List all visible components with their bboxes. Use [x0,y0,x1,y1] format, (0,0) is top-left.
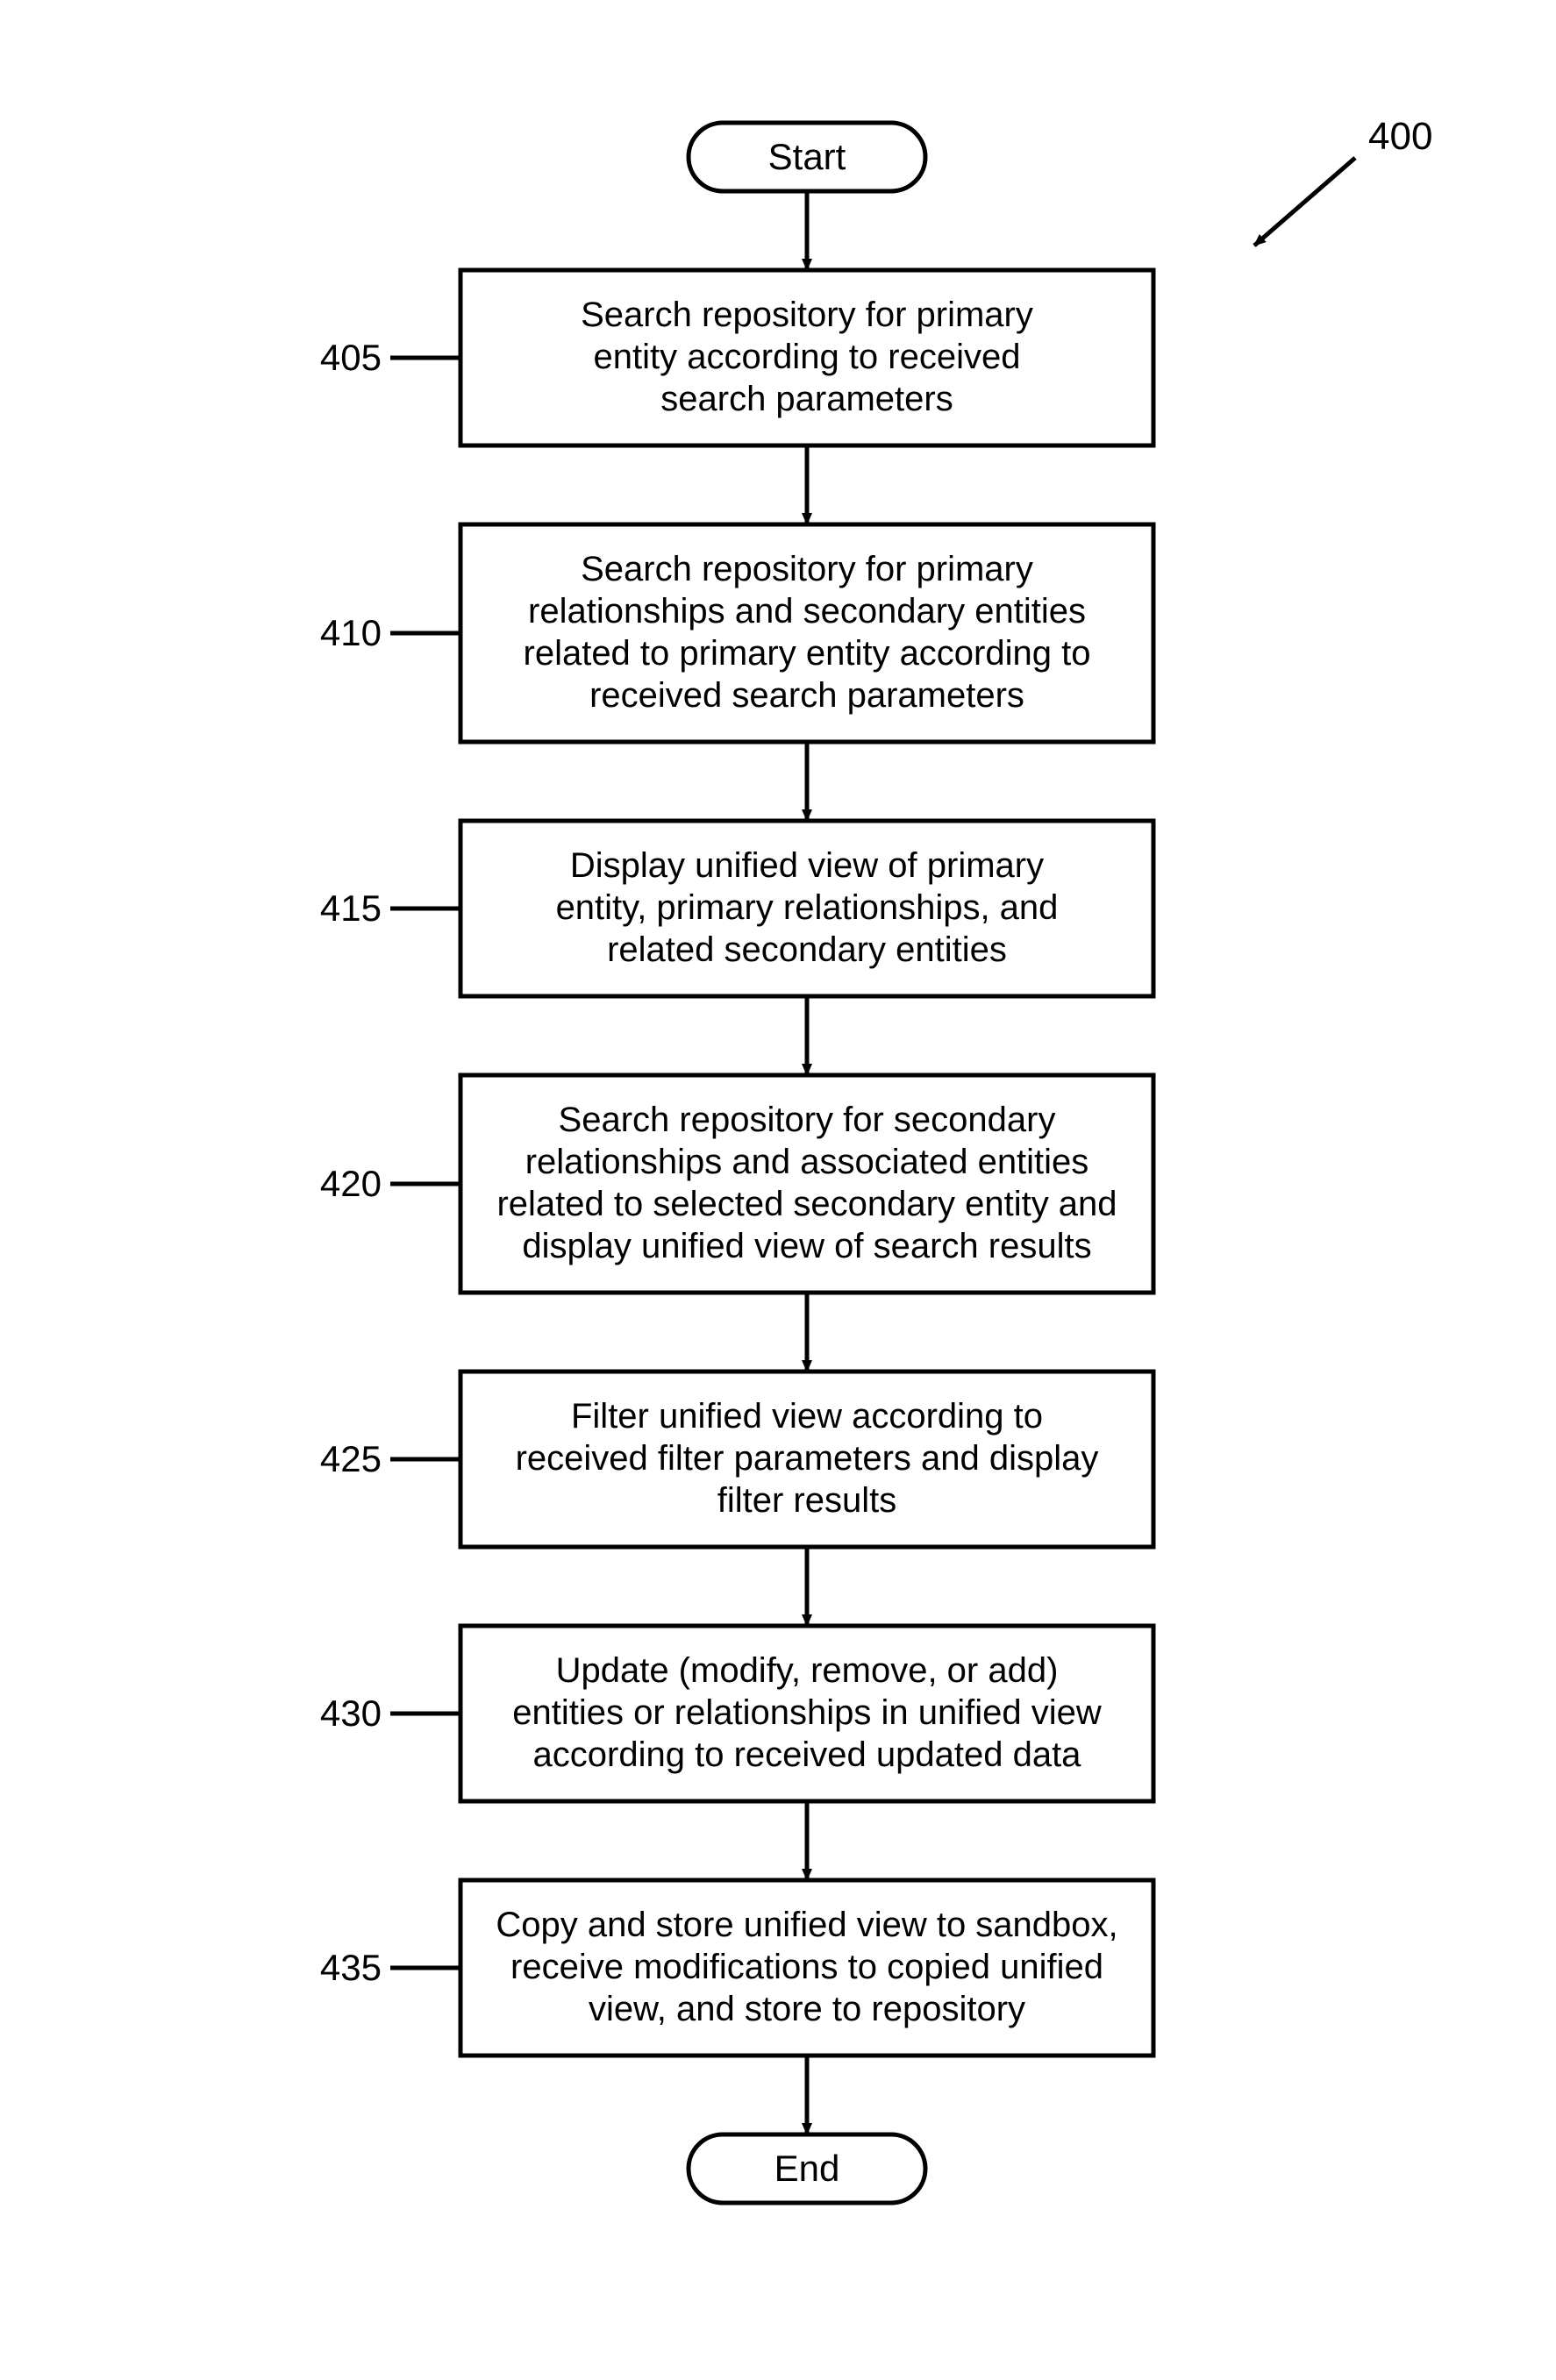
figure-ref-number: 400 [1368,115,1432,158]
process-text-435-line0: Copy and store unified view to sandbox, [496,1906,1117,1944]
process-text-405-line1: entity according to received [594,338,1021,376]
process-text-415-line1: entity, primary relationships, and [556,888,1059,927]
process-text-420-line0: Search repository for secondary [559,1101,1056,1139]
step-number-405: 405 [320,337,382,378]
end-label: End [774,2148,840,2189]
process-text-420-line3: display unified view of search results [522,1227,1091,1265]
flowchart-diagram: 400 Start Search repository for primary ent… [0,0,1556,2380]
process-text-430-line0: Update (modify, remove, or add) [556,1651,1059,1690]
step-number-425: 425 [320,1438,382,1479]
process-text-405-line0: Search repository for primary [581,296,1033,334]
process-text-435-line2: view, and store to repository [589,1990,1025,2028]
step-number-430: 430 [320,1692,382,1734]
process-text-420-line1: relationships and associated entities [525,1143,1089,1181]
figure-ref-arrow [1254,158,1355,246]
step-number-435: 435 [320,1947,382,1988]
process-text-425-line0: Filter unified view according to [571,1397,1043,1436]
process-text-410-line3: received search parameters [589,676,1024,715]
process-text-435-line1: receive modifications to copied unified [510,1948,1103,1986]
step-number-420: 420 [320,1163,382,1204]
step-number-415: 415 [320,887,382,929]
process-text-415-line0: Display unified view of primary [570,846,1044,885]
process-text-410-line0: Search repository for primary [581,550,1033,588]
step-number-410: 410 [320,612,382,653]
start-label: Start [768,136,846,177]
process-text-410-line1: relationships and secondary entities [528,592,1086,631]
process-text-430-line2: according to received updated data [533,1735,1082,1774]
process-text-420-line2: related to selected secondary entity and [496,1185,1117,1223]
process-text-430-line1: entities or relationships in unified vie… [512,1693,1102,1732]
process-text-415-line2: related secondary entities [607,930,1007,969]
process-text-405-line2: search parameters [660,380,953,418]
process-text-425-line1: received filter parameters and display [516,1439,1099,1478]
process-text-410-line2: related to primary entity according to [524,634,1091,673]
process-text-425-line2: filter results [717,1481,897,1520]
